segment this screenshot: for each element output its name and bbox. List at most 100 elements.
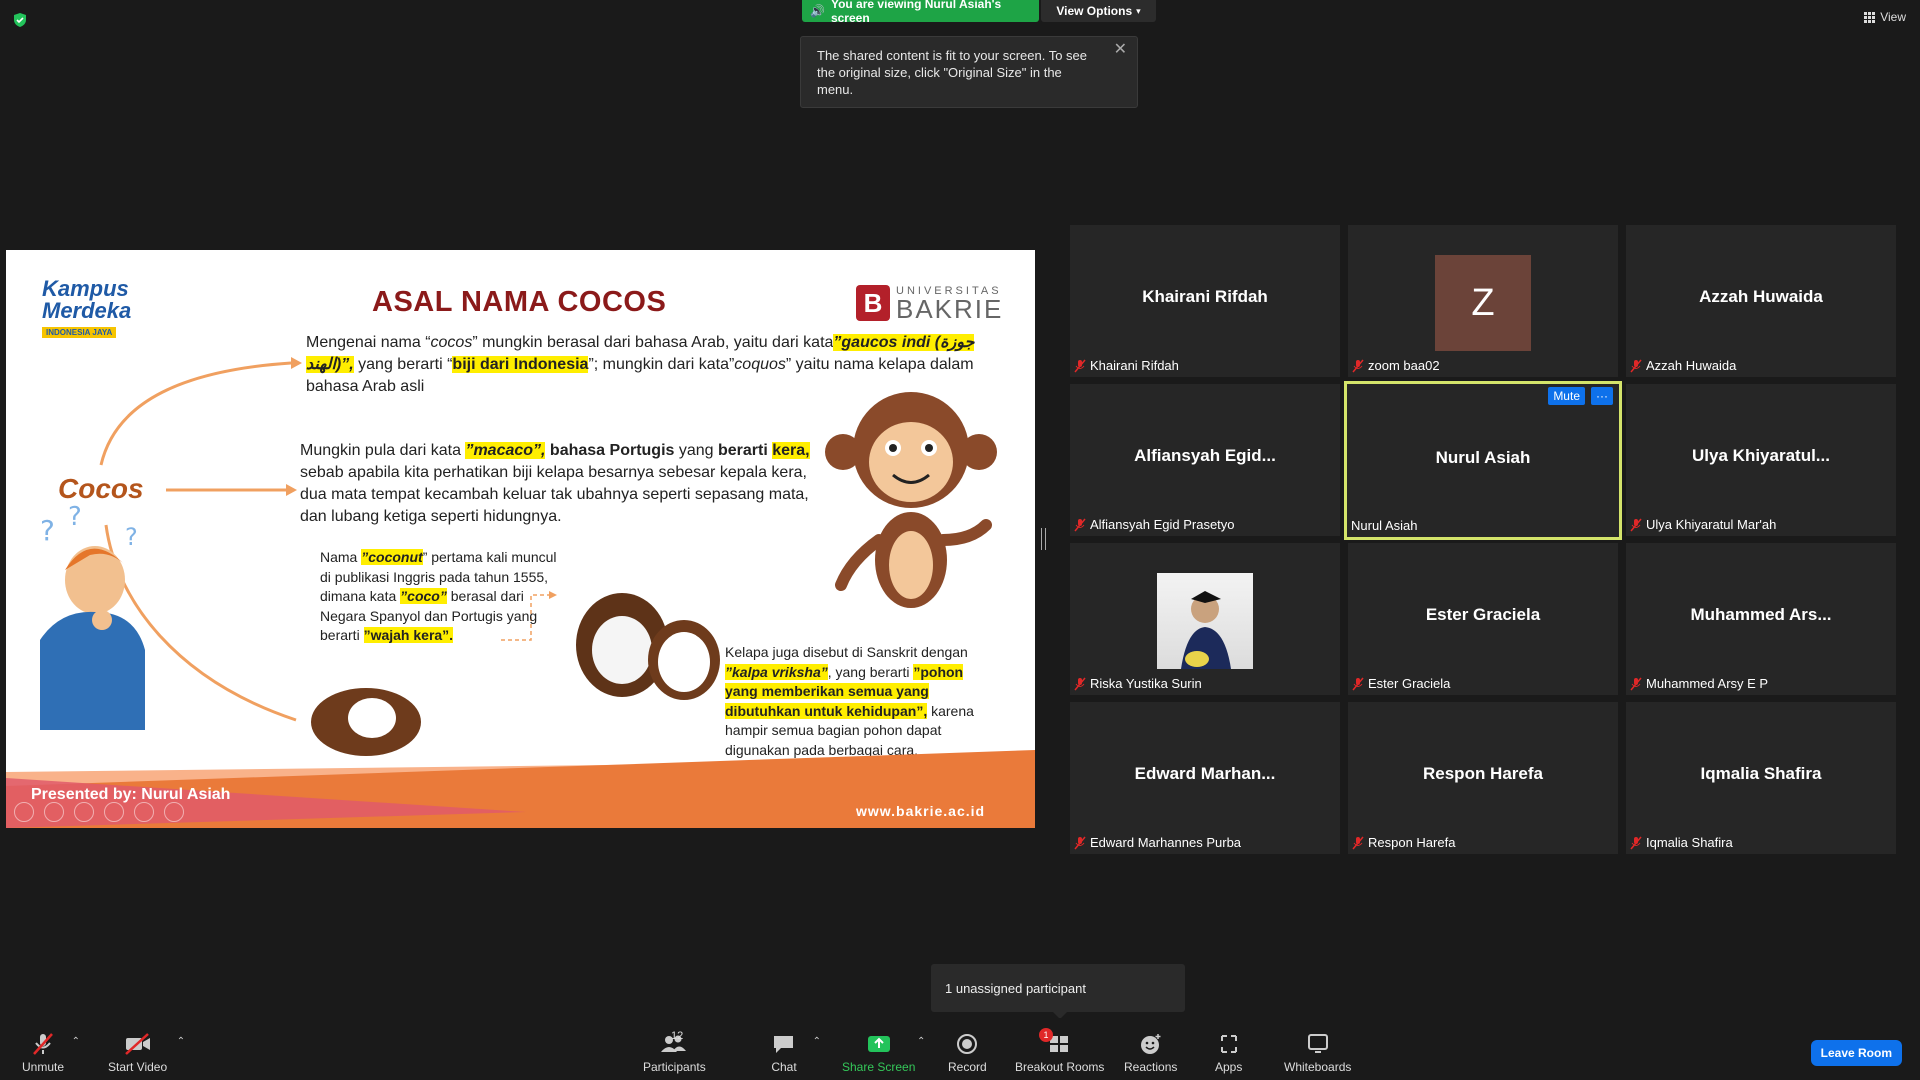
p1-text-b: cocos bbox=[430, 334, 473, 351]
participant-tile[interactable]: Riska Yustika Surin bbox=[1070, 543, 1340, 695]
active-speaker-tile[interactable]: Mute ··· Nurul Asiah Nurul Asiah bbox=[1344, 381, 1622, 540]
participants-label: Participants bbox=[643, 1060, 706, 1074]
reactions-button[interactable]: Reactions bbox=[1124, 1032, 1177, 1074]
close-icon[interactable]: ✕ bbox=[1114, 41, 1127, 58]
p3-text-a: Nama bbox=[320, 549, 362, 565]
p4-highlight-kalpa: ”kalpa vriksha” bbox=[725, 663, 828, 680]
whiteboards-button[interactable]: Whiteboards bbox=[1284, 1032, 1351, 1074]
participant-tile[interactable]: Khairani Rifdah Khairani Rifdah bbox=[1070, 225, 1340, 377]
mic-off-icon bbox=[1352, 836, 1364, 849]
participant-tile[interactable]: Edward Marhan... Edward Marhannes Purba bbox=[1070, 702, 1340, 854]
participant-name-label: Riska Yustika Surin bbox=[1090, 676, 1202, 691]
audio-options-caret-icon[interactable]: ⌃ bbox=[72, 1036, 80, 1047]
p2-text-d: yang bbox=[674, 442, 718, 459]
paragraph-portugis-origin: Mungkin pula dari kata ”macaco”, bahasa … bbox=[300, 440, 830, 528]
participant-tile[interactable]: Ulya Khiyaratul... Ulya Khiyaratul Mar'a… bbox=[1626, 384, 1896, 536]
svg-text:?: ? bbox=[125, 523, 138, 551]
participant-name-label: Azzah Huwaida bbox=[1646, 358, 1737, 373]
tile-more-button[interactable]: ··· bbox=[1591, 387, 1613, 405]
p3-highlight-coconut: ”coconut bbox=[361, 549, 423, 565]
share-screen-button[interactable]: Share Screen ⌃ bbox=[842, 1032, 925, 1074]
view-label: View bbox=[1880, 10, 1906, 24]
mic-off-icon bbox=[1074, 359, 1086, 372]
mic-off-icon bbox=[1352, 359, 1364, 372]
participant-display-name: Respon Harefa bbox=[1423, 764, 1543, 783]
participant-tile[interactable]: Azzah Huwaida Azzah Huwaida bbox=[1626, 225, 1896, 377]
record-label: Record bbox=[948, 1060, 987, 1074]
apps-button[interactable]: Apps bbox=[1215, 1032, 1242, 1074]
view-layout-button[interactable]: View bbox=[1864, 10, 1906, 24]
breakout-rooms-label: Breakout Rooms bbox=[1015, 1060, 1105, 1074]
participants-button[interactable]: 12 Participants bbox=[643, 1030, 706, 1074]
website-text: www.bakrie.ac.id bbox=[856, 803, 986, 819]
meeting-toolbar: Unmute ⌃ Start Video ⌃ 12 Participants C… bbox=[0, 1018, 1920, 1080]
record-button[interactable]: Record bbox=[948, 1032, 987, 1074]
unmute-button[interactable]: Unmute ⌃ bbox=[22, 1032, 80, 1074]
panel-splitter-handle[interactable] bbox=[1041, 528, 1046, 550]
apps-label: Apps bbox=[1215, 1060, 1243, 1074]
participant-display-name: Azzah Huwaida bbox=[1699, 287, 1823, 306]
pen-icon[interactable] bbox=[74, 802, 94, 822]
participant-display-name: Alfiansyah Egid... bbox=[1134, 446, 1276, 465]
participant-label: Iqmalia Shafira bbox=[1630, 835, 1733, 850]
coconut-pieces-image bbox=[576, 593, 720, 700]
participant-name-label: Iqmalia Shafira bbox=[1646, 835, 1733, 850]
chat-button[interactable]: Chat ⌃ bbox=[771, 1032, 821, 1074]
participant-label: Ulya Khiyaratul Mar'ah bbox=[1630, 517, 1776, 532]
fit-to-screen-tooltip: The shared content is fit to your screen… bbox=[800, 36, 1138, 108]
share-screen-label: Share Screen bbox=[842, 1060, 916, 1074]
paragraph-coconut-english: Nama ”coconut” pertama kali muncul di pu… bbox=[320, 548, 570, 646]
participant-tile[interactable]: Muhammed Ars... Muhammed Arsy E P bbox=[1626, 543, 1896, 695]
share-options-caret-icon[interactable]: ⌃ bbox=[917, 1036, 925, 1047]
participant-name-label: Edward Marhannes Purba bbox=[1090, 835, 1242, 850]
mic-muted-icon bbox=[33, 1033, 53, 1055]
participant-name-label: Nurul Asiah bbox=[1351, 518, 1418, 533]
participant-label: Azzah Huwaida bbox=[1630, 358, 1736, 373]
mic-off-icon bbox=[1630, 836, 1642, 849]
more-options-icon[interactable] bbox=[164, 802, 184, 822]
participant-label: Khairani Rifdah bbox=[1074, 358, 1179, 373]
participant-label: Riska Yustika Surin bbox=[1074, 676, 1202, 691]
tile-mute-button[interactable]: Mute bbox=[1548, 387, 1585, 405]
leave-room-button[interactable]: Leave Room bbox=[1810, 1040, 1902, 1066]
participant-display-name: Khairani Rifdah bbox=[1142, 287, 1268, 306]
chat-options-caret-icon[interactable]: ⌃ bbox=[813, 1036, 821, 1047]
next-slide-icon[interactable] bbox=[44, 802, 64, 822]
chat-icon bbox=[774, 1036, 793, 1053]
unassigned-participant-popup[interactable]: 1 unassigned participant bbox=[931, 964, 1185, 1019]
p4-text-c: , yang berarti bbox=[827, 663, 914, 680]
speaker-icon: 🔊 bbox=[810, 4, 825, 18]
video-options-caret-icon[interactable]: ⌃ bbox=[177, 1036, 185, 1047]
prev-slide-icon[interactable] bbox=[14, 802, 34, 822]
participants-count: 12 bbox=[671, 1030, 684, 1042]
apps-icon bbox=[1220, 1035, 1237, 1053]
slide-nav-controls[interactable] bbox=[14, 802, 184, 822]
paragraph-sanskrit: Kelapa juga disebut di Sanskrit dengan ”… bbox=[725, 643, 985, 760]
participant-label: zoom baa02 bbox=[1352, 358, 1440, 373]
monkey-illustration bbox=[825, 392, 997, 608]
mic-off-icon bbox=[1074, 518, 1086, 531]
whiteboard-icon bbox=[1307, 1034, 1328, 1053]
avatar: Z bbox=[1435, 255, 1531, 351]
p3-highlight-coco: ”coco” bbox=[400, 588, 447, 604]
shared-screen-slide[interactable]: Kampus Merdeka INDONESIA JAYA ASAL NAMA … bbox=[6, 250, 1035, 828]
participant-tile[interactable]: Alfiansyah Egid... Alfiansyah Egid Prase… bbox=[1070, 384, 1340, 536]
participant-display-name: Nurul Asiah bbox=[1435, 448, 1531, 467]
mic-off-icon bbox=[1630, 518, 1642, 531]
participant-tile[interactable]: Respon Harefa Respon Harefa bbox=[1348, 702, 1618, 854]
participant-tile[interactable]: Z zoom baa02 bbox=[1348, 225, 1618, 377]
slides-grid-icon[interactable] bbox=[104, 802, 124, 822]
participant-name-label: Khairani Rifdah bbox=[1090, 358, 1179, 373]
participant-name-label: Ester Graciela bbox=[1368, 676, 1451, 691]
mic-off-icon bbox=[1630, 359, 1642, 372]
security-shield-icon[interactable] bbox=[12, 12, 28, 28]
participant-tile[interactable]: Iqmalia Shafira Iqmalia Shafira bbox=[1626, 702, 1896, 854]
breakout-rooms-button[interactable]: 1 Breakout Rooms bbox=[1015, 1028, 1105, 1074]
p2-highlight-macaco: ”macaco”, bbox=[465, 442, 546, 459]
view-options-button[interactable]: View Options ▾ bbox=[1041, 0, 1156, 22]
start-video-button[interactable]: Start Video ⌃ bbox=[108, 1032, 185, 1074]
participant-tile[interactable]: Ester Graciela Ester Graciela bbox=[1348, 543, 1618, 695]
participant-name-label: Respon Harefa bbox=[1368, 835, 1456, 850]
zoom-icon[interactable] bbox=[134, 802, 154, 822]
coconut-halves-image bbox=[311, 688, 421, 756]
